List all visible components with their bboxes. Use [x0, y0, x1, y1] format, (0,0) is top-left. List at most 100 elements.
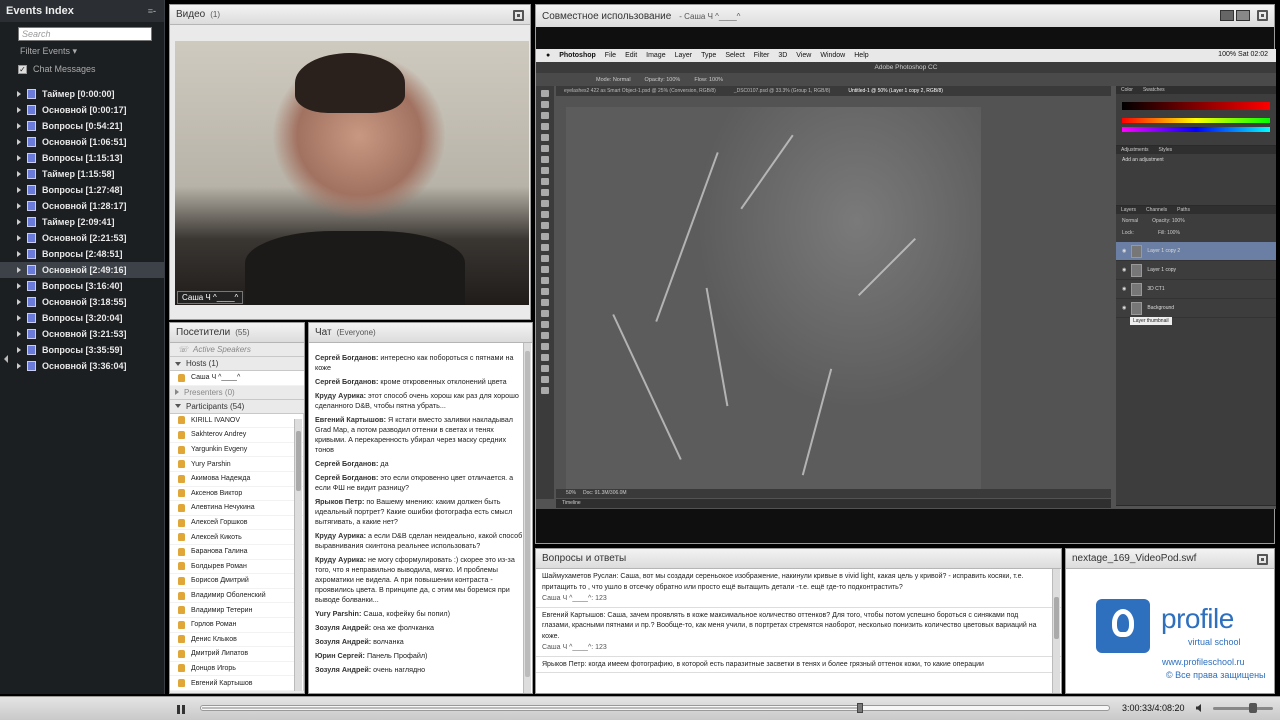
eye-icon[interactable]: ◉	[1122, 286, 1126, 292]
participant-row[interactable]: Аксенов Виктор	[170, 487, 303, 502]
blend-mode[interactable]: Normal	[1122, 218, 1138, 224]
event-item[interactable]: Основной [3:21:53]	[0, 326, 164, 342]
participant-row[interactable]: Баранова Галина	[170, 545, 303, 560]
host-row[interactable]: Саша Ч ^____^	[170, 371, 304, 386]
event-item[interactable]: Таймер [0:00:00]	[0, 86, 164, 102]
layer-row[interactable]: ◉ 3D CT1	[1116, 280, 1276, 299]
expand-right-icon[interactable]	[17, 299, 21, 305]
ps-tool-icon[interactable]	[541, 101, 549, 108]
expand-right-icon[interactable]	[17, 219, 21, 225]
panel-tab[interactable]: Channels	[1146, 206, 1167, 214]
expand-right-icon[interactable]	[17, 235, 21, 241]
qa-item[interactable]: Шаймухаметов Руслан: Саша, вот мы создад…	[536, 569, 1061, 608]
eye-icon[interactable]: ◉	[1122, 305, 1126, 311]
volume-slider[interactable]	[1213, 707, 1273, 710]
filter-events-dropdown[interactable]: Filter Events ▾	[20, 46, 164, 57]
event-item[interactable]: Вопросы [0:54:21]	[0, 118, 164, 134]
event-item[interactable]: Основной [2:49:16]	[0, 262, 164, 278]
ps-tool-icon[interactable]	[541, 299, 549, 306]
ps-tool-icon[interactable]	[541, 332, 549, 339]
ps-tool-icon[interactable]	[541, 266, 549, 273]
ps-menu-3d[interactable]: 3D	[778, 52, 787, 59]
collapse-sidebar-icon[interactable]	[4, 355, 8, 363]
ps-tool-icon[interactable]	[541, 123, 549, 130]
checkbox-checked-icon[interactable]: ✓	[18, 64, 27, 74]
event-item[interactable]: Вопросы [3:20:04]	[0, 310, 164, 326]
seek-bar[interactable]	[200, 703, 1110, 713]
ps-tool-icon[interactable]	[541, 222, 549, 229]
expand-right-icon[interactable]	[17, 347, 21, 353]
website-link[interactable]: www.profileschool.ru	[1162, 657, 1245, 667]
fit-view-icon[interactable]	[1236, 10, 1250, 21]
participant-row[interactable]: Yury Parshin	[170, 457, 303, 472]
maximize-icon[interactable]	[1257, 10, 1268, 21]
participant-row[interactable]: Владимир Тетерин	[170, 603, 303, 618]
expand-right-icon[interactable]	[17, 91, 21, 97]
pause-button[interactable]	[166, 702, 196, 716]
event-item[interactable]: Основной [3:18:55]	[0, 294, 164, 310]
participant-row[interactable]: KIRILL IVANOV	[170, 414, 303, 429]
layer-row[interactable]: ◉ Layer 1 copy 2	[1116, 242, 1276, 261]
event-item[interactable]: Вопросы [1:27:48]	[0, 182, 164, 198]
ps-tool-icon[interactable]	[541, 244, 549, 251]
layer-fill[interactable]: Fill: 100%	[1158, 230, 1180, 236]
expand-right-icon[interactable]	[17, 123, 21, 129]
ps-tool-icon[interactable]	[541, 387, 549, 394]
expand-right-icon[interactable]	[17, 171, 21, 177]
volume-icon[interactable]	[1195, 703, 1205, 713]
volume-handle[interactable]	[1249, 703, 1258, 713]
ps-tool-icon[interactable]	[541, 189, 549, 196]
ps-tool-icon[interactable]	[541, 277, 549, 284]
chat-scrollbar[interactable]	[523, 343, 531, 693]
ps-doc-tab[interactable]: Untitled-1 @ 50% (Layer 1 copy 2, RGB/8)	[848, 86, 943, 96]
expand-down-icon[interactable]	[175, 404, 181, 409]
participants-section[interactable]: Participants (54)	[170, 400, 304, 414]
panel-tab[interactable]: Adjustments	[1121, 146, 1149, 154]
ps-doc-tab[interactable]: eyelashes2 422 as Smart Object-1.psd @ 2…	[564, 86, 716, 96]
qa-item[interactable]: Ярыков Петр: когда имеем фотографию, в к…	[536, 657, 1061, 673]
ps-tool-icon[interactable]	[541, 145, 549, 152]
ps-tool-icon[interactable]	[541, 112, 549, 119]
ps-menu-filter[interactable]: Filter	[754, 52, 770, 59]
ps-option[interactable]: Opacity: 100%	[645, 77, 681, 83]
participant-row[interactable]: Владимир Оболенский	[170, 589, 303, 604]
ps-menu-select[interactable]: Select	[725, 52, 744, 59]
participant-row[interactable]: Алексей Горшков	[170, 516, 303, 531]
expand-right-icon[interactable]	[17, 267, 21, 273]
ps-tool-icon[interactable]	[541, 200, 549, 207]
ps-tool-icon[interactable]	[541, 233, 549, 240]
event-item[interactable]: Основной [2:21:53]	[0, 230, 164, 246]
ps-menu-layer[interactable]: Layer	[675, 52, 693, 59]
search-input[interactable]: Search	[18, 27, 152, 41]
ps-menu-window[interactable]: Window	[820, 52, 845, 59]
event-item[interactable]: Вопросы [1:15:13]	[0, 150, 164, 166]
ps-menu-photoshop[interactable]: Photoshop	[559, 52, 596, 59]
ps-tool-icon[interactable]	[541, 376, 549, 383]
event-item[interactable]: Таймер [2:09:41]	[0, 214, 164, 230]
event-item[interactable]: Таймер [1:15:58]	[0, 166, 164, 182]
qa-scrollbar[interactable]	[1052, 569, 1060, 693]
ps-tool-icon[interactable]	[541, 365, 549, 372]
event-item[interactable]: Основной [3:36:04]	[0, 358, 164, 374]
view-mode-icon[interactable]	[1220, 10, 1234, 21]
eye-icon[interactable]: ◉	[1122, 267, 1126, 273]
layer-row[interactable]: ◉ Layer 1 copy	[1116, 261, 1276, 280]
ps-tool-icon[interactable]	[541, 321, 549, 328]
event-item[interactable]: Вопросы [3:16:40]	[0, 278, 164, 294]
panel-tab[interactable]: Swatches	[1143, 86, 1165, 94]
hosts-section[interactable]: Hosts (1)	[170, 357, 304, 371]
eye-icon[interactable]: ◉	[1122, 248, 1126, 254]
expand-down-icon[interactable]	[175, 361, 181, 366]
panel-tab[interactable]: Styles	[1159, 146, 1173, 154]
event-item[interactable]: Вопросы [2:48:51]	[0, 246, 164, 262]
expand-right-icon[interactable]	[17, 155, 21, 161]
expand-right-icon[interactable]	[175, 389, 179, 396]
participant-row[interactable]: Алексей Кикоть	[170, 530, 303, 545]
layer-opacity[interactable]: Opacity: 100%	[1152, 218, 1185, 224]
participant-row[interactable]: Денис Клыков	[170, 633, 303, 648]
event-item[interactable]: Вопросы [3:35:59]	[0, 342, 164, 358]
participant-row[interactable]: Yargunkin Evgeny	[170, 443, 303, 458]
expand-right-icon[interactable]	[17, 139, 21, 145]
event-item[interactable]: Основной [0:00:17]	[0, 102, 164, 118]
ps-tool-icon[interactable]	[541, 310, 549, 317]
